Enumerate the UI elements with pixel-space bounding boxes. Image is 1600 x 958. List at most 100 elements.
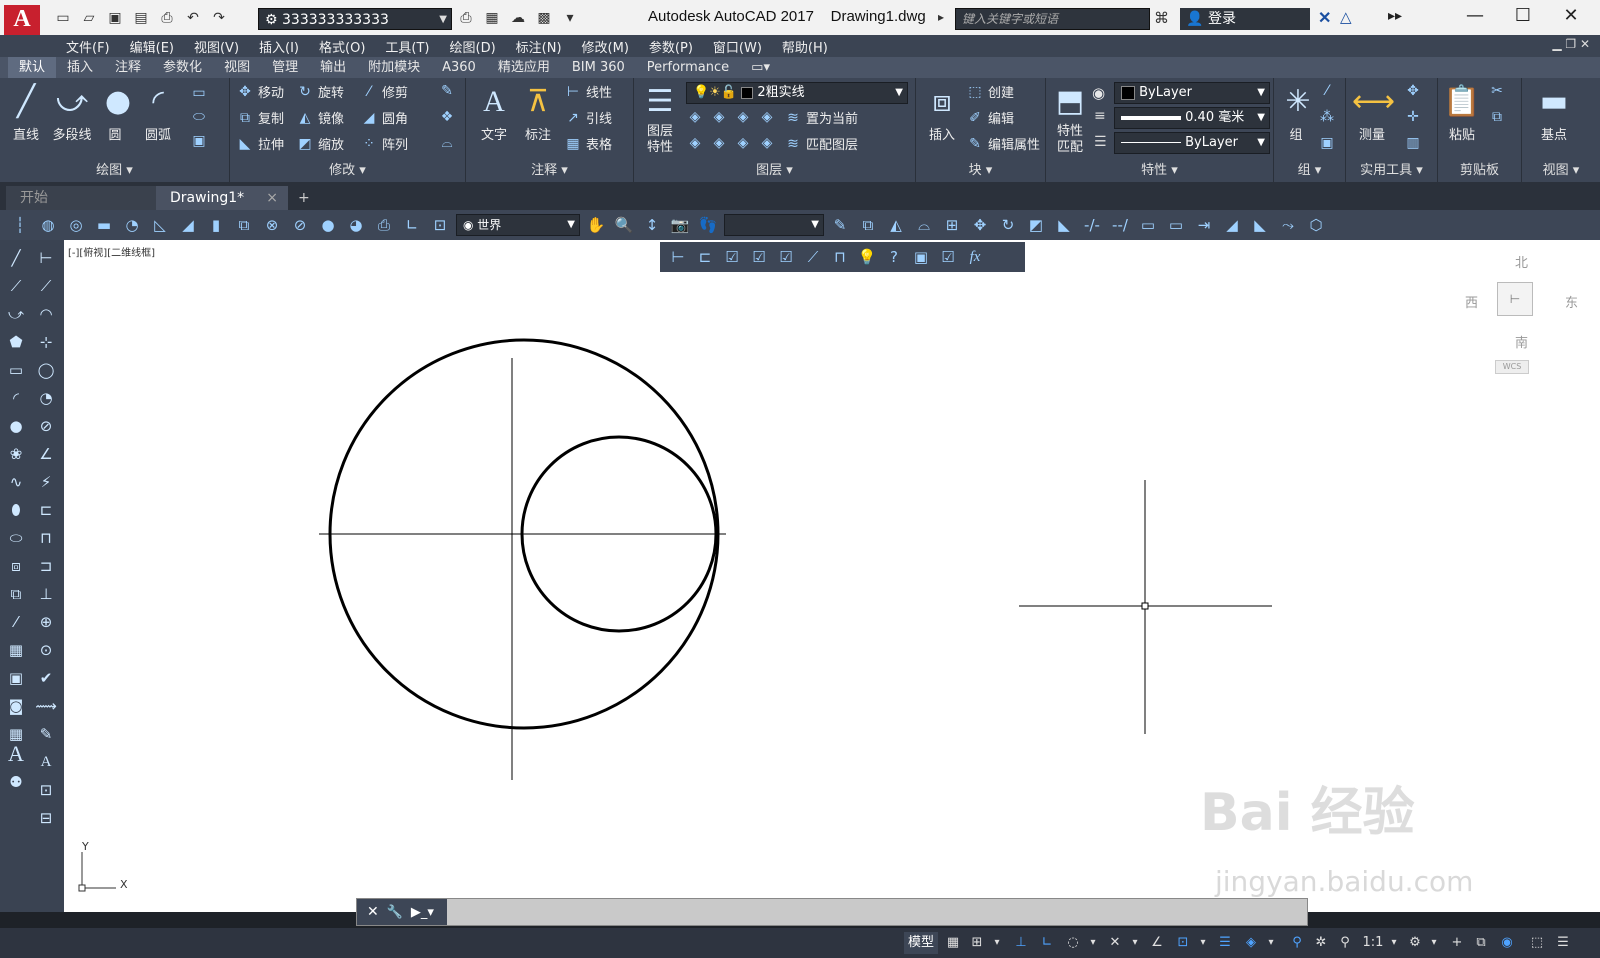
auto-scale-icon[interactable]: ✲ — [1310, 932, 1332, 954]
layer-unisolate-icon[interactable]: ◈ — [710, 134, 728, 152]
mirror-button[interactable]: ◭ 镜像 — [296, 108, 344, 128]
osnap-dropdown-icon[interactable]: ▾ — [1196, 932, 1210, 954]
workspace-icon[interactable]: ▩ — [533, 8, 555, 28]
hatch-icon[interactable]: ▦ — [4, 638, 28, 662]
jogged-linear-icon[interactable]: ⟿ — [34, 694, 58, 718]
extrude-icon[interactable]: ◢ — [176, 213, 200, 237]
undo-icon[interactable]: ↶ — [182, 8, 204, 28]
viewcube-south[interactable]: 南 — [1515, 332, 1528, 351]
blend-icon[interactable]: ◣ — [1248, 213, 1272, 237]
edit-attributes-button[interactable]: ✎ 编辑属性 — [966, 134, 1040, 154]
viewcube-east[interactable]: 东 — [1565, 292, 1578, 311]
zoom-realtime-icon[interactable]: ↕ — [640, 213, 664, 237]
leader-button[interactable]: ↗ 引线 — [564, 108, 612, 128]
menu-format[interactable]: 格式(O) — [309, 37, 375, 56]
command-input[interactable] — [449, 899, 1307, 925]
panel-modify-label[interactable]: 修改 ▾ — [230, 159, 465, 178]
command-line[interactable]: ✕ 🔧 ▶_▾ — [356, 898, 1308, 926]
hardware-accel-icon[interactable]: ◉ — [1496, 932, 1518, 954]
lineweight-icon[interactable]: ☰ — [1214, 932, 1236, 954]
3d-orbit-icon[interactable]: ◍ — [36, 213, 60, 237]
stretch-button[interactable]: ◣ 拉伸 — [236, 134, 284, 154]
scale-button[interactable]: ◩ 缩放 — [296, 134, 344, 154]
3d-free-orbit-icon[interactable]: ◎ — [64, 213, 88, 237]
lineweight-dropdown[interactable]: 0.40 毫米 ▼ — [1114, 107, 1270, 129]
layer-off-icon[interactable]: ◈ — [686, 108, 704, 126]
ucs-icon[interactable]: ∟ — [400, 213, 424, 237]
dim-light-icon[interactable]: 💡 — [855, 245, 879, 269]
dim-style-icon[interactable]: ⊟ — [34, 806, 58, 830]
polygon-icon[interactable]: ⬟ — [4, 330, 28, 354]
text-button[interactable]: A 文字 — [474, 82, 514, 143]
workspace-dropdown-icon[interactable]: ▾ — [1428, 932, 1440, 954]
maximize-button[interactable]: ☐ — [1500, 4, 1546, 30]
rotate-icon[interactable]: ↻ — [996, 213, 1020, 237]
ortho-icon[interactable]: ∟ — [1036, 932, 1058, 954]
annotation-scale-icon[interactable]: ⚲ — [1334, 932, 1356, 954]
dim-space-icon[interactable]: ⊓ — [828, 245, 852, 269]
move-button[interactable]: ✥ 移动 — [236, 82, 284, 102]
dim-check-3-icon[interactable]: ☑ — [774, 245, 798, 269]
arc-length-icon[interactable]: ◠ — [34, 302, 58, 326]
tolerance-icon[interactable]: ⊕ — [34, 610, 58, 634]
gradient-icon[interactable]: ▣ — [4, 666, 28, 690]
linear-button[interactable]: ⊢ 线性 — [564, 82, 612, 102]
sphere-icon[interactable]: ⊗ — [260, 213, 284, 237]
panel-layers-label[interactable]: 图层 ▾ — [634, 159, 915, 178]
layer-dropdown[interactable]: 💡☀🔓 2粗实线 ▼ — [686, 82, 908, 104]
publish-icon[interactable]: ▦ — [481, 8, 503, 28]
tab-addins[interactable]: 附加模块 — [357, 57, 431, 78]
layer-unlock-icon[interactable]: ◈ — [758, 134, 776, 152]
minimize-button[interactable]: — — [1452, 4, 1498, 30]
table-button[interactable]: ▦ 表格 — [564, 134, 612, 154]
tab-featured-apps[interactable]: 精选应用 — [487, 57, 561, 78]
dim-leader-icon[interactable]: ⟋ — [801, 245, 825, 269]
set-current-button[interactable]: ≋ 置为当前 — [784, 108, 858, 128]
close-icon[interactable]: ✕ — [367, 904, 379, 920]
walk-icon[interactable]: 👣 — [696, 213, 720, 237]
fillet-icon[interactable]: ◢ — [1220, 213, 1244, 237]
line-icon[interactable]: ╱ — [4, 246, 28, 270]
panel-utilities-label[interactable]: 实用工具 ▾ — [1346, 159, 1437, 178]
cylinder-icon[interactable]: ◔ — [120, 213, 144, 237]
wedge-icon[interactable]: ◺ — [148, 213, 172, 237]
properties-icon[interactable]: ⬡ — [1304, 213, 1328, 237]
dim-break-icon[interactable]: ⊥ — [34, 582, 58, 606]
spline-icon[interactable]: ∿ — [4, 470, 28, 494]
workspace-gear-icon[interactable]: ⚙ — [1404, 932, 1426, 954]
jogged-dim-icon[interactable]: ◔ — [34, 386, 58, 410]
quick-dim-icon[interactable]: ⚡ — [34, 470, 58, 494]
infer-icon[interactable]: ⊥ — [1010, 932, 1032, 954]
break-icon[interactable]: ▭ — [1136, 213, 1160, 237]
group-button[interactable]: ✳ 组 — [1278, 82, 1314, 143]
add-tab-button[interactable]: + — [290, 186, 318, 210]
circle-button[interactable]: ● 圆 — [98, 82, 132, 143]
torus-icon[interactable]: ⊘ — [288, 213, 312, 237]
render-icon[interactable]: ◕ — [344, 213, 368, 237]
tab-output[interactable]: 输出 — [309, 57, 357, 78]
dim-check-2-icon[interactable]: ☑ — [747, 245, 771, 269]
menu-parametric[interactable]: 参数(P) — [639, 37, 703, 56]
print-icon[interactable]: ⎙ — [372, 213, 396, 237]
trim-icon[interactable]: -/- — [1080, 213, 1104, 237]
cut-button[interactable]: ✂ — [1488, 82, 1506, 100]
isolate-objects-icon[interactable]: ⧉ — [1470, 932, 1492, 954]
new-icon[interactable]: ▭ — [52, 8, 74, 28]
mtext-icon[interactable]: A — [4, 742, 28, 766]
edit-block-button[interactable]: ✐ 编辑 — [966, 108, 1014, 128]
plus-icon[interactable]: + — [1446, 932, 1468, 954]
isodraft-icon[interactable]: ✕ — [1104, 932, 1126, 954]
grid-icon[interactable]: ▦ — [942, 932, 964, 954]
search-input[interactable]: 键入关键字或短语 — [955, 8, 1150, 30]
annotation-visibility-icon[interactable]: ⚲ — [1286, 932, 1308, 954]
dim-space-icon[interactable]: ⊐ — [34, 554, 58, 578]
extend-icon[interactable]: --/ — [1108, 213, 1132, 237]
revolve-icon[interactable]: ▮ — [204, 213, 228, 237]
insert-button[interactable]: ⧈ 插入 — [922, 82, 962, 143]
ordinate-dim-icon[interactable]: ⊹ — [34, 330, 58, 354]
close-button[interactable]: ✕ — [1548, 4, 1594, 30]
line-button[interactable]: ╱ 直线 — [6, 82, 46, 143]
customize-menu-icon[interactable]: ☰ — [1552, 932, 1574, 954]
circle-icon[interactable]: ● — [4, 414, 28, 438]
baseline-dim-icon[interactable]: ⊏ — [34, 498, 58, 522]
